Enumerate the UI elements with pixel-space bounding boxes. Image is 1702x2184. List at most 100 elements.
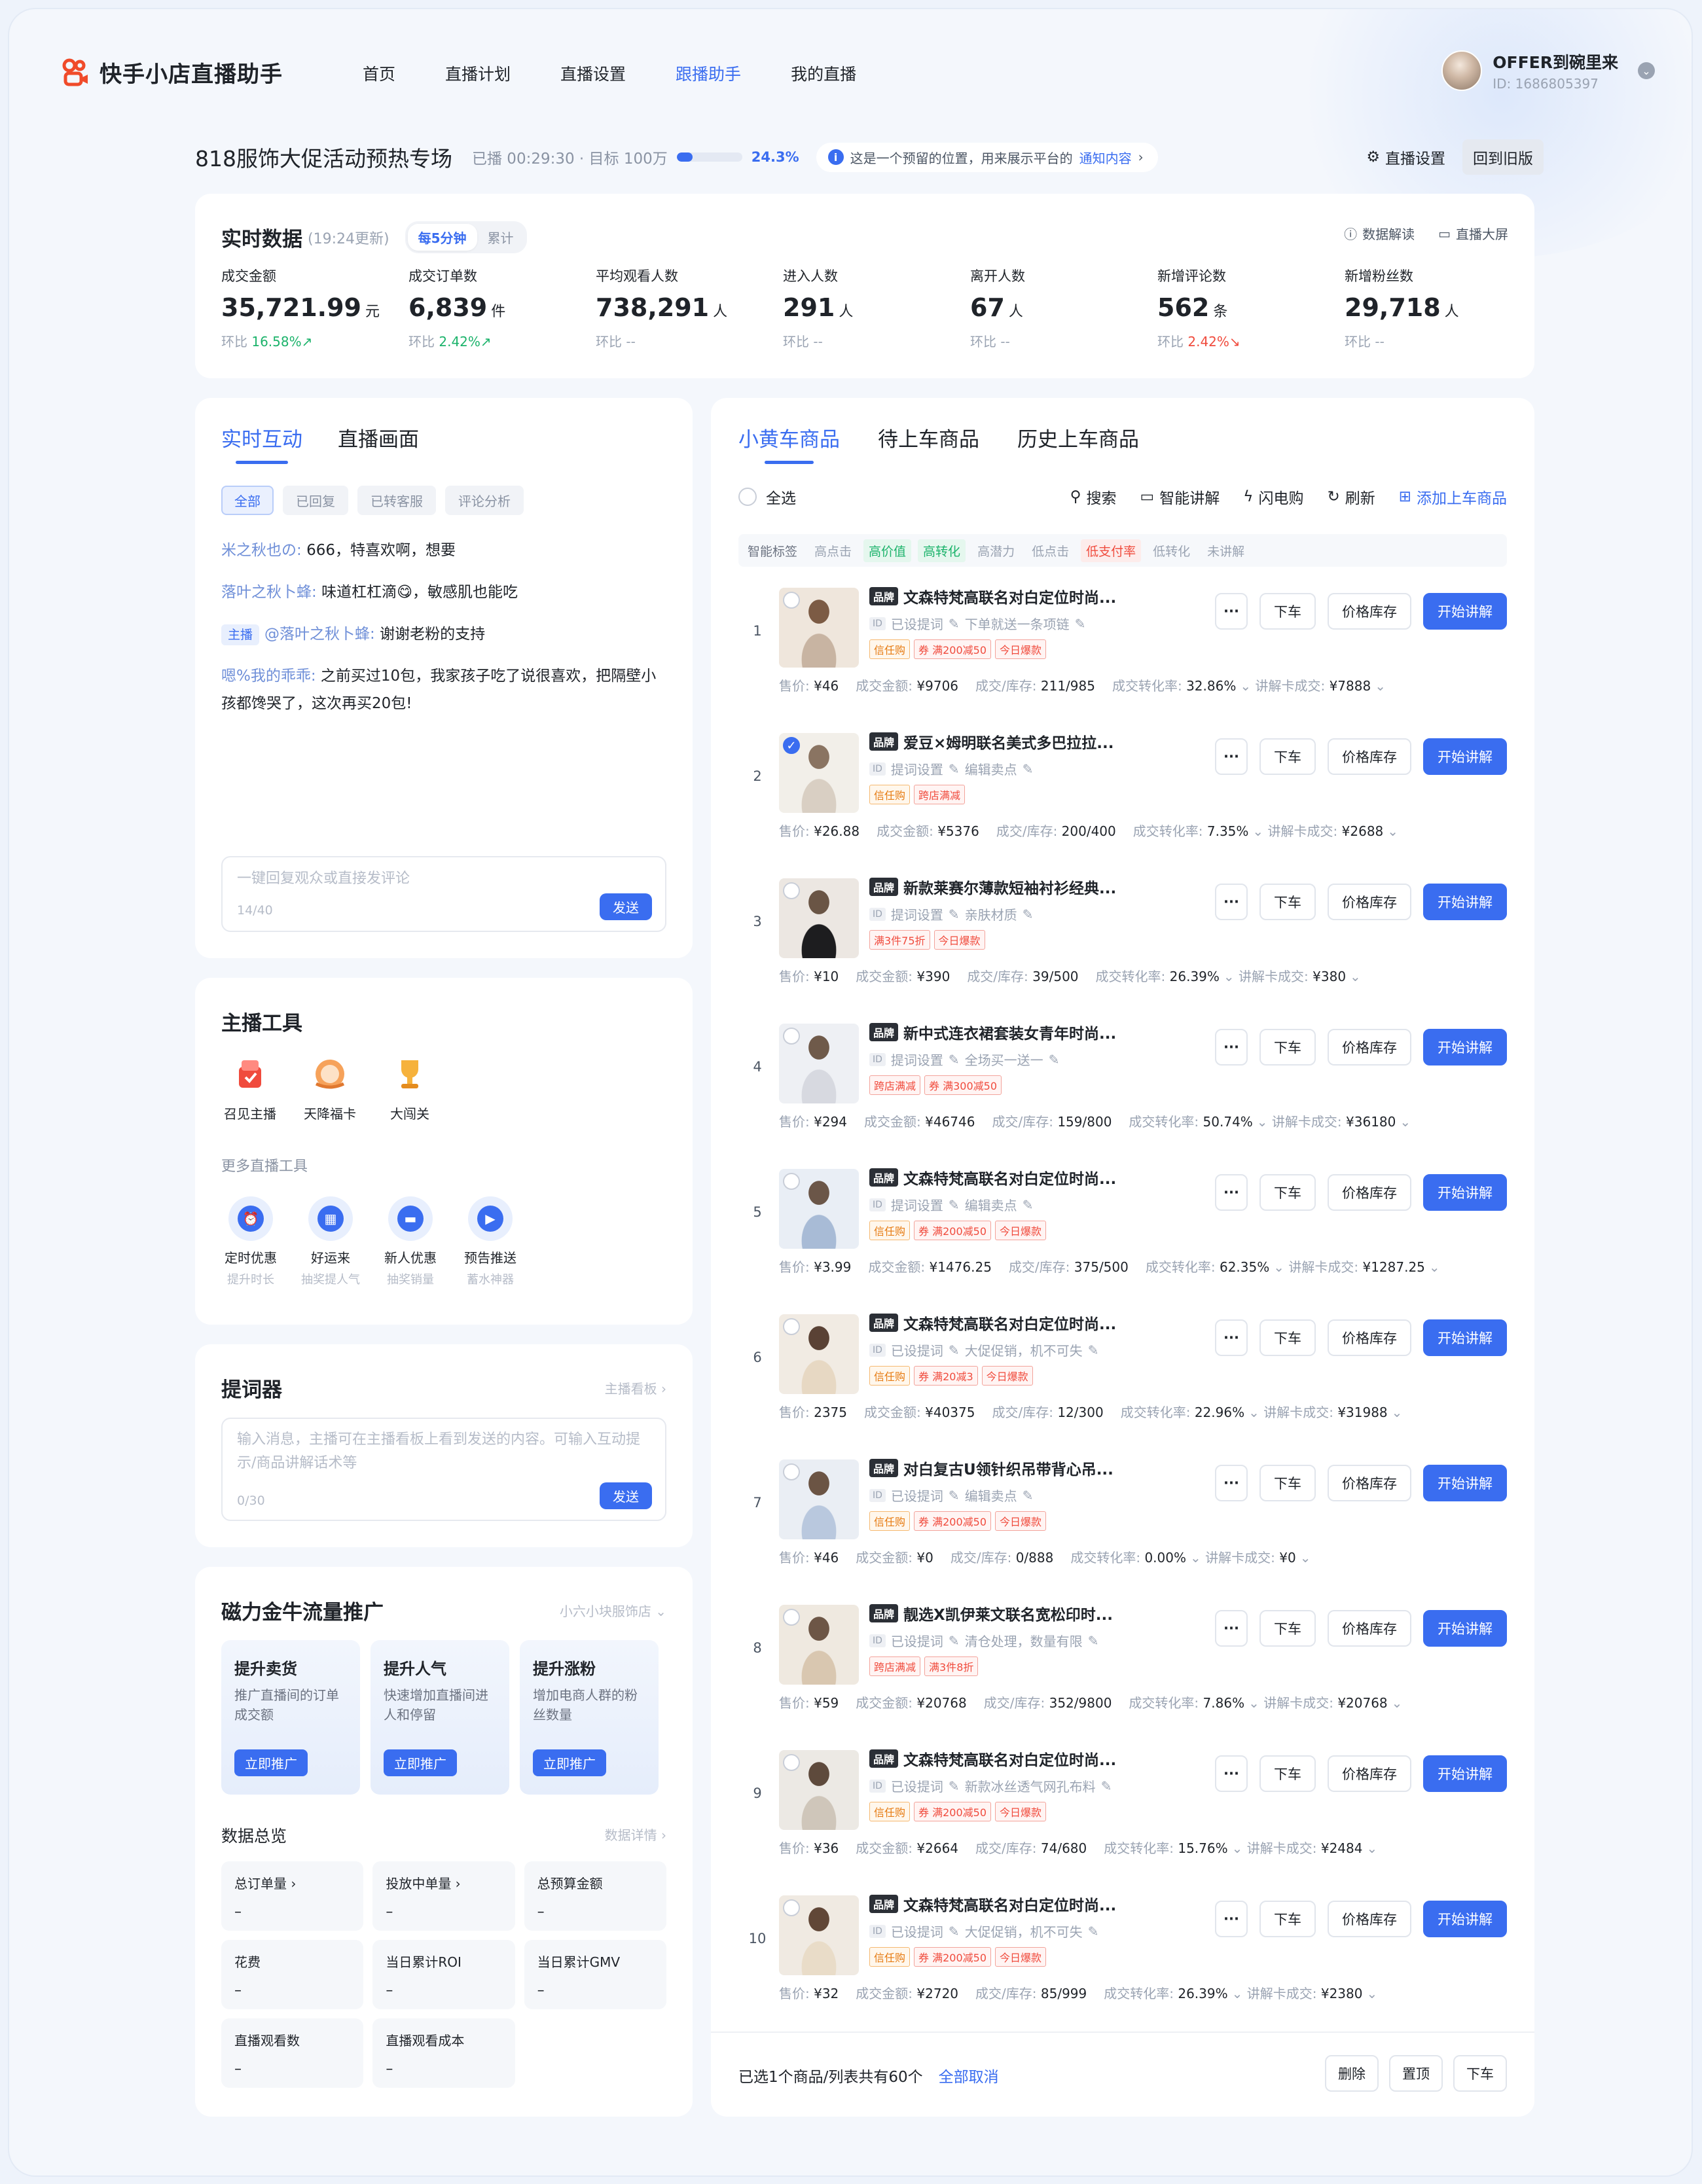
nav-item-2[interactable]: 直播计划: [445, 62, 511, 85]
prompter-input[interactable]: 输入消息，主播可在主播看板上看到发送的内容。可输入互动提示/商品讲解话术等 0/…: [221, 1418, 666, 1521]
product-title[interactable]: 新款莱赛尔薄款短袖衬衫经典...: [903, 876, 1116, 898]
comment-filter-1[interactable]: 全部: [221, 486, 274, 515]
nav-item-3[interactable]: 直播设置: [560, 62, 626, 85]
product-thumbnail[interactable]: [779, 878, 859, 958]
edit-icon[interactable]: ✎: [949, 906, 960, 922]
toggle-every-5-min[interactable]: 每5分钟: [407, 224, 477, 251]
more-options-button[interactable]: ···: [1215, 738, 1248, 775]
chevron-down-icon[interactable]: ⌄: [1387, 823, 1398, 839]
live-settings-button[interactable]: ⚙ 直播设置: [1358, 141, 1453, 173]
product-thumbnail[interactable]: [779, 1024, 859, 1103]
price-stock-button[interactable]: 价格库存: [1328, 1610, 1411, 1647]
chevron-down-icon[interactable]: ⌄: [1366, 1840, 1377, 1856]
product-title[interactable]: 文森特梵高联名对白定位时尚...: [903, 1747, 1116, 1770]
tab-live-view[interactable]: 直播画面: [338, 423, 419, 464]
product-title[interactable]: 文森特梵高联名对白定位时尚...: [903, 585, 1116, 607]
edit-icon[interactable]: ✎: [1088, 1342, 1099, 1358]
comment-filter-2[interactable]: 已回复: [283, 486, 348, 515]
nav-item-4[interactable]: 跟播助手: [676, 62, 741, 85]
remove-from-cart-button[interactable]: 下车: [1259, 738, 1316, 775]
smart-tag-3[interactable]: 高转化: [918, 539, 966, 562]
send-prompter-button[interactable]: 发送: [600, 1482, 652, 1509]
prompt-status[interactable]: 已设提词: [891, 1776, 943, 1795]
remove-from-cart-button[interactable]: 下车: [1259, 1319, 1316, 1356]
smart-tag-1[interactable]: 高点击: [809, 539, 857, 562]
remove-from-cart-button[interactable]: 下车: [1259, 1174, 1316, 1211]
remove-from-cart-button[interactable]: 下车: [1259, 1755, 1316, 1792]
start-explain-button[interactable]: 开始讲解: [1423, 1174, 1507, 1211]
product-title[interactable]: 文森特梵高联名对白定位时尚...: [903, 1312, 1116, 1334]
tool-lucky-card[interactable]: 天降福卡: [301, 1054, 359, 1122]
edit-icon[interactable]: ✎: [949, 1197, 960, 1213]
product-title[interactable]: 对白复古U领针织吊带背心吊...: [903, 1457, 1114, 1479]
chevron-down-icon[interactable]: ⌄: [1366, 1986, 1377, 2001]
tab-history-products[interactable]: 历史上车商品: [1017, 423, 1139, 464]
comment-filter-3[interactable]: 已转客服: [357, 486, 436, 515]
edit-icon[interactable]: ✎: [1023, 906, 1034, 922]
product-thumbnail[interactable]: [779, 1750, 859, 1830]
price-stock-button[interactable]: 价格库存: [1328, 1174, 1411, 1211]
edit-icon[interactable]: ✎: [1075, 616, 1086, 632]
select-all-checkbox[interactable]: 全选: [738, 486, 796, 508]
more-options-button[interactable]: ···: [1215, 1174, 1248, 1211]
comment-nickname[interactable]: 嗯%我的乖乖:: [221, 668, 316, 685]
search-button[interactable]: ⚲ 搜索: [1070, 486, 1117, 508]
promote-now-button[interactable]: 立即推广: [533, 1749, 606, 1776]
platform-notice[interactable]: i 这是一个预留的位置，用来展示平台的 通知内容 ›: [816, 142, 1158, 172]
reply-input[interactable]: 一键回复观众或直接发评论 14/40 发送: [221, 856, 666, 932]
flash-buy-button[interactable]: ϟ 闪电购: [1243, 486, 1303, 508]
deselect-all-link[interactable]: 全部取消: [939, 2069, 999, 2086]
chevron-down-icon[interactable]: ⌄: [1392, 1695, 1403, 1711]
prompt-status[interactable]: 提词设置: [891, 1050, 943, 1069]
selling-point[interactable]: 大促促销，机不可失: [965, 1922, 1083, 1941]
selling-point[interactable]: 编辑卖点: [965, 759, 1017, 778]
start-explain-button[interactable]: 开始讲解: [1423, 1901, 1507, 1937]
edit-icon[interactable]: ✎: [1023, 761, 1034, 777]
price-stock-button[interactable]: 价格库存: [1328, 738, 1411, 775]
edit-icon[interactable]: ✎: [949, 1924, 960, 1939]
tool-trophy[interactable]: 大闯关: [381, 1054, 439, 1122]
start-explain-button[interactable]: 开始讲解: [1423, 1319, 1507, 1356]
selling-point[interactable]: 全场买一送一: [965, 1050, 1043, 1069]
edit-icon[interactable]: ✎: [949, 1488, 960, 1503]
product-title[interactable]: 文森特梵高联名对白定位时尚...: [903, 1893, 1116, 1915]
tool-calendar[interactable]: ▦ 好运来 抽奖提人气: [301, 1196, 360, 1287]
tab-pending-products[interactable]: 待上车商品: [878, 423, 979, 464]
selling-point[interactable]: 下单就送一条项链: [965, 614, 1070, 633]
product-checkbox[interactable]: [783, 1318, 800, 1335]
start-explain-button[interactable]: 开始讲解: [1423, 1610, 1507, 1647]
product-title[interactable]: 爱豆×姆明联名美式多巴拉拉...: [903, 730, 1114, 753]
product-checkbox[interactable]: ✓: [783, 737, 800, 754]
price-stock-button[interactable]: 价格库存: [1328, 1901, 1411, 1937]
tab-realtime-interaction[interactable]: 实时互动: [221, 423, 302, 464]
product-thumbnail[interactable]: [779, 1459, 859, 1539]
tool-ticket[interactable]: ▬ 新人优惠 抽奖销量: [381, 1196, 440, 1287]
stat-label[interactable]: 投放中单量 ›: [386, 1873, 501, 1892]
chevron-down-icon[interactable]: ⌄: [1232, 1986, 1243, 2001]
product-title[interactable]: 文森特梵高联名对白定位时尚...: [903, 1166, 1116, 1189]
product-thumbnail[interactable]: [779, 1169, 859, 1249]
chevron-down-icon[interactable]: ⌄: [1240, 678, 1251, 694]
price-stock-button[interactable]: 价格库存: [1328, 1755, 1411, 1792]
smart-tag-5[interactable]: 低点击: [1026, 539, 1074, 562]
edit-icon[interactable]: ✎: [949, 1342, 960, 1358]
comment-nickname[interactable]: 落叶之秋卜蜂:: [221, 584, 317, 601]
nav-item-1[interactable]: 首页: [363, 62, 395, 85]
chevron-down-icon[interactable]: ⌄: [1375, 678, 1386, 694]
promote-now-button[interactable]: 立即推广: [384, 1749, 457, 1776]
chevron-down-icon[interactable]: ⌄: [1638, 62, 1655, 79]
start-explain-button[interactable]: 开始讲解: [1423, 884, 1507, 920]
chevron-down-icon[interactable]: ⌄: [1429, 1259, 1440, 1275]
price-stock-button[interactable]: 价格库存: [1328, 1319, 1411, 1356]
chevron-down-icon[interactable]: ⌄: [1257, 1114, 1268, 1130]
nav-item-5[interactable]: 我的直播: [791, 62, 856, 85]
comment-nickname[interactable]: @落叶之秋卜蜂:: [264, 626, 375, 643]
chevron-down-icon[interactable]: ⌄: [1400, 1114, 1411, 1130]
chevron-down-icon[interactable]: ⌄: [1248, 1695, 1259, 1711]
smart-tag-2[interactable]: 高价值: [863, 539, 912, 562]
chevron-down-icon[interactable]: ⌄: [1252, 823, 1263, 839]
shop-selector[interactable]: 小六小块服饰店 ⌄: [560, 1601, 666, 1620]
product-checkbox[interactable]: [783, 1028, 800, 1045]
edit-icon[interactable]: ✎: [949, 761, 960, 777]
chevron-down-icon[interactable]: ⌄: [1350, 969, 1361, 984]
